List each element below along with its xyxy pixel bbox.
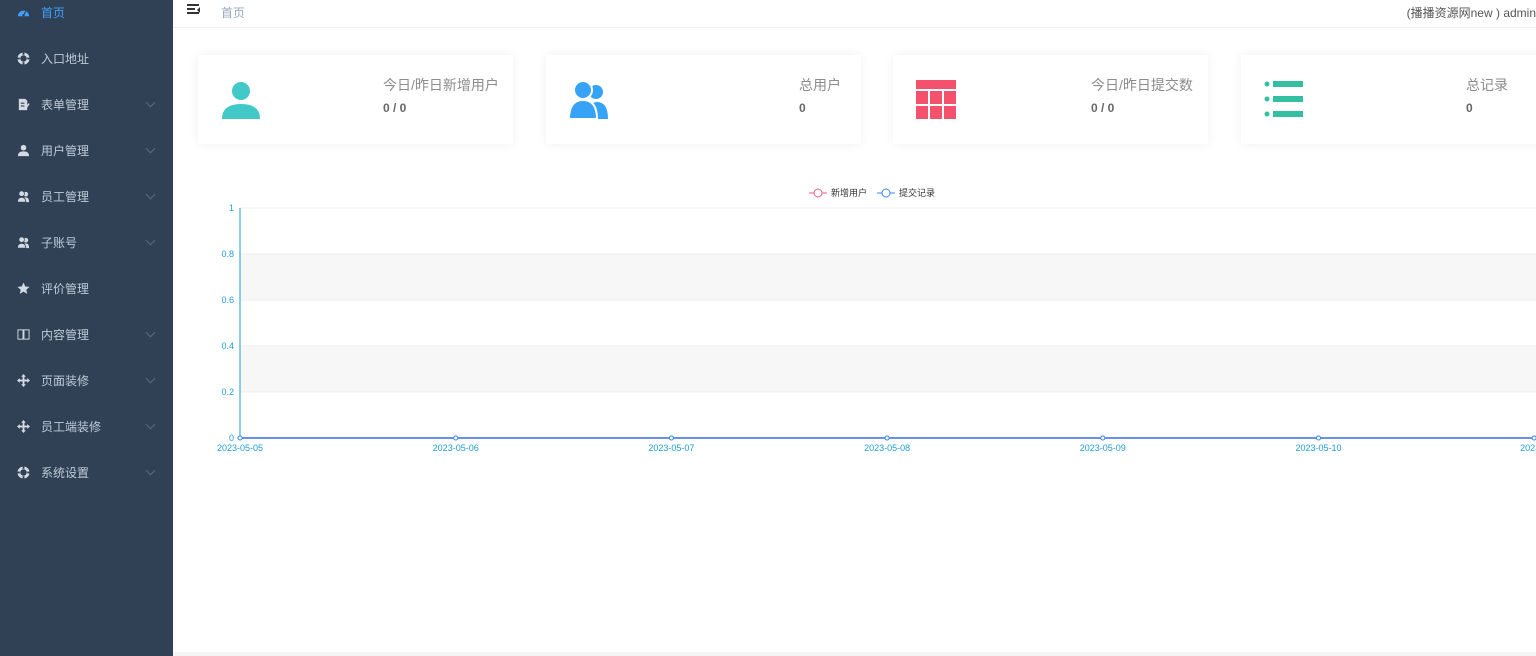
sidebar-item-5[interactable]: 子账号 xyxy=(0,219,173,265)
dashboard-icon xyxy=(16,5,30,19)
data-point xyxy=(1316,435,1321,441)
x-tick-label: 2023-05-05 xyxy=(217,443,263,453)
sidebar-item-label: 用户管理 xyxy=(41,143,90,158)
stat-card-title: 总记录 xyxy=(1466,77,1508,93)
y-tick-label: 1 xyxy=(229,203,234,213)
data-point xyxy=(237,435,243,441)
stat-card-0[interactable]: 今日/昨日新增用户 0 / 0 xyxy=(198,55,513,144)
stat-card-2[interactable]: 今日/昨日提交数 0 / 0 xyxy=(893,55,1208,144)
sidebar-item-label: 首页 xyxy=(41,5,66,20)
line-chart: 新增用户 提交记录 0 0.2 0.4 0.6 0.8 1 2023-05-05 2023-0… xyxy=(173,180,1536,470)
book-icon xyxy=(16,327,30,341)
lifebuoy-icon xyxy=(16,51,30,65)
grid-band xyxy=(240,254,1536,300)
sidebar-item-9[interactable]: 员工端装修 xyxy=(0,403,173,449)
stat-card-value: 0 / 0 xyxy=(383,101,407,115)
users-icon xyxy=(16,189,30,203)
data-point xyxy=(884,435,890,441)
lifebuoy-icon xyxy=(16,465,30,479)
sidebar-item-label: 页面装修 xyxy=(41,373,90,388)
breadcrumb[interactable]: 首页 xyxy=(221,4,245,21)
stat-card-3[interactable]: 总记录 0 xyxy=(1241,55,1536,144)
x-tick-label: 2023-05-08 xyxy=(864,443,910,453)
chevron-down-icon xyxy=(145,97,156,107)
y-tick-label: 0.2 xyxy=(221,387,234,397)
users-icon xyxy=(567,79,610,121)
top-navbar: 首页 (播播资源网new ) admin xyxy=(173,0,1536,28)
sidebar-item-10[interactable]: 系统设置 xyxy=(0,449,173,495)
chevron-down-icon xyxy=(145,143,156,153)
sidebar-item-7[interactable]: 内容管理 xyxy=(0,311,173,357)
user-info[interactable]: (播播资源网new ) admin xyxy=(1407,4,1536,21)
sidebar-item-label: 内容管理 xyxy=(41,327,90,342)
stat-card-value: 0 xyxy=(1466,101,1473,115)
x-tick-label: 2023-05-10 xyxy=(1295,443,1341,453)
move-icon xyxy=(16,373,30,387)
hamburger-menu-icon[interactable] xyxy=(187,4,201,16)
chart-plot: 0 0.2 0.4 0.6 0.8 1 2023-05-05 2023-05-06 2023-0… xyxy=(217,203,1536,453)
sidebar-item-6[interactable]: 评价管理 xyxy=(0,265,173,311)
y-tick-label: 0.6 xyxy=(221,295,234,305)
sidebar-item-label: 员工端装修 xyxy=(41,419,102,434)
sidebar-item-label: 表单管理 xyxy=(41,97,90,112)
user-icon xyxy=(16,143,30,157)
chevron-down-icon xyxy=(145,327,156,337)
users-icon xyxy=(16,235,30,249)
form-edit-icon xyxy=(16,97,30,111)
star-icon xyxy=(16,281,30,295)
sidebar-item-8[interactable]: 页面装修 xyxy=(0,357,173,403)
stat-card-title: 今日/昨日提交数 xyxy=(1091,77,1193,93)
stat-card-title: 今日/昨日新增用户 xyxy=(383,77,499,93)
user-icon xyxy=(220,79,262,121)
sidebar-item-label: 评价管理 xyxy=(41,281,90,296)
chevron-down-icon xyxy=(145,419,156,429)
sidebar-item-3[interactable]: 用户管理 xyxy=(0,127,173,173)
sidebar-item-label: 系统设置 xyxy=(41,465,90,480)
x-tick-label: 2023-05-09 xyxy=(1080,443,1126,453)
sidebar-item-1[interactable]: 入口地址 xyxy=(0,35,173,81)
sidebar-item-label: 入口地址 xyxy=(41,51,90,66)
stat-card-1[interactable]: 总用户 0 xyxy=(546,55,861,144)
main-content: 首页 (播播资源网new ) admin 今日/昨日新增用户 0 / 0 总用户 0 今… xyxy=(173,0,1536,656)
chevron-down-icon xyxy=(145,465,156,475)
x-tick-label: 2023-05-06 xyxy=(433,443,479,453)
stat-card-value: 0 xyxy=(799,101,806,115)
footer-divider xyxy=(173,652,1536,656)
data-point xyxy=(1100,435,1106,441)
chevron-down-icon xyxy=(145,373,156,383)
sidebar-item-2[interactable]: 表单管理 xyxy=(0,81,173,127)
y-tick-label: 0.8 xyxy=(221,249,234,259)
stat-card-title: 总用户 xyxy=(799,77,841,93)
sidebar-item-label: 子账号 xyxy=(41,235,78,250)
chevron-down-icon xyxy=(145,235,156,245)
sidebar-item-0[interactable]: 首页 xyxy=(0,0,173,35)
table-icon xyxy=(915,79,957,121)
stat-card-value: 0 / 0 xyxy=(1091,101,1115,115)
x-tick-label: 2023-0 xyxy=(1520,443,1536,453)
y-tick-label: 0.4 xyxy=(221,341,234,351)
chevron-down-icon xyxy=(145,189,156,199)
data-point xyxy=(668,435,674,441)
data-point xyxy=(453,435,459,441)
grid-band xyxy=(240,346,1536,392)
data-point xyxy=(1531,435,1536,441)
sidebar-item-label: 员工管理 xyxy=(41,189,90,204)
sidebar: 首页入口地址表单管理用户管理员工管理子账号评价管理内容管理页面装修员工端装修系统… xyxy=(0,0,173,656)
list-icon xyxy=(1263,79,1305,121)
y-tick-label: 0 xyxy=(229,433,234,443)
move-icon xyxy=(16,419,30,433)
x-tick-label: 2023-05-07 xyxy=(648,443,694,453)
sidebar-item-4[interactable]: 员工管理 xyxy=(0,173,173,219)
